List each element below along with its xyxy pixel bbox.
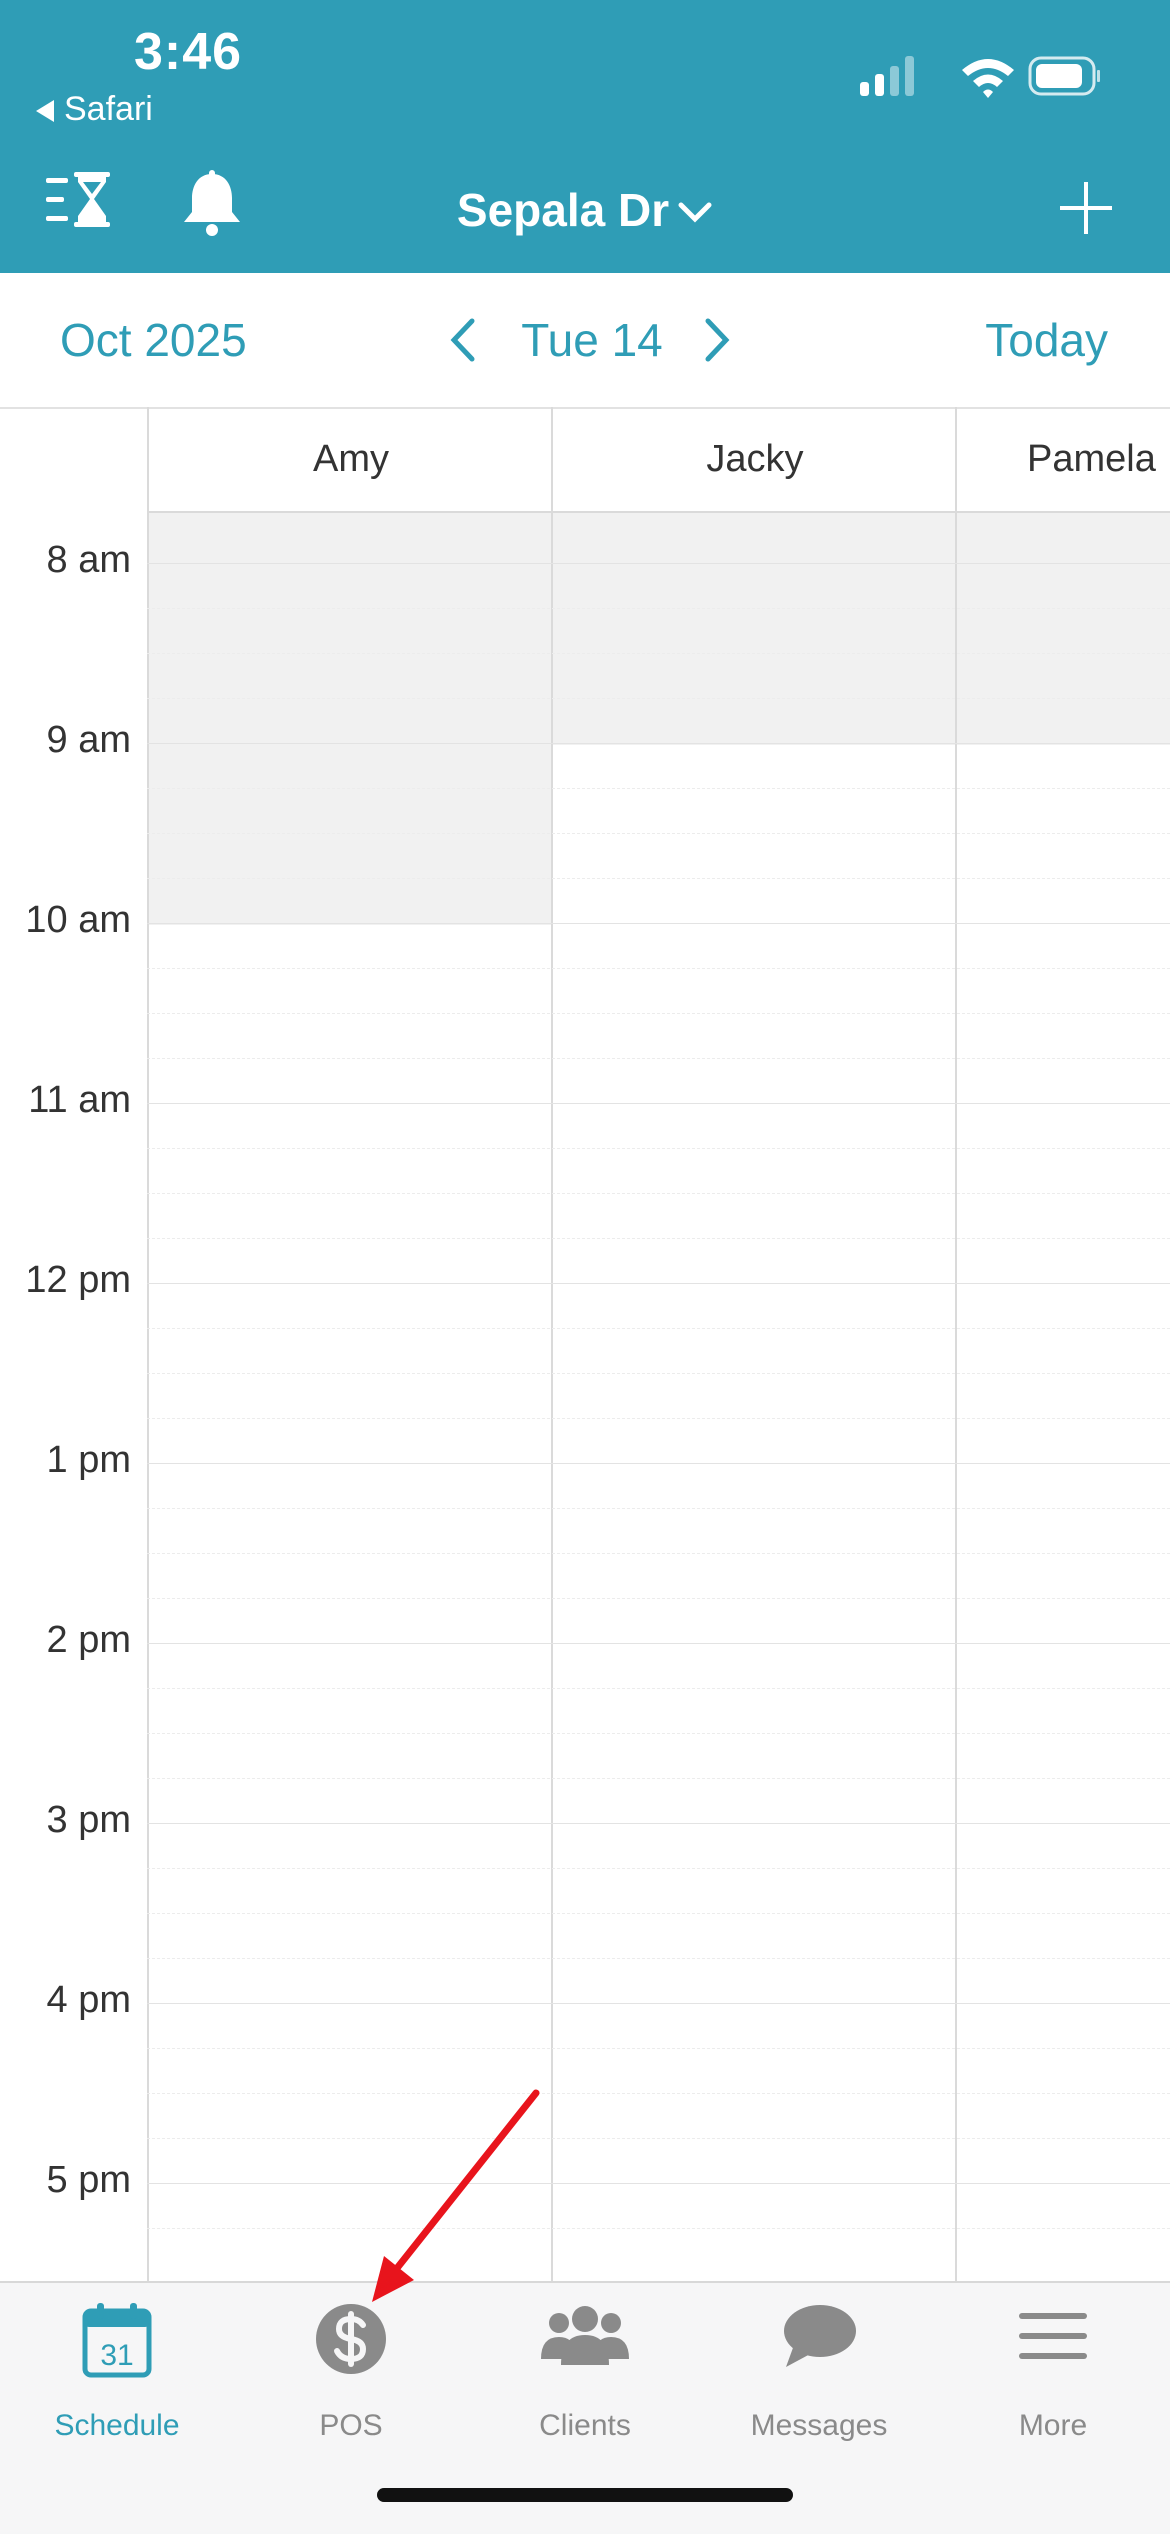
tab-schedule[interactable]: 31 Schedule [0,2301,234,2451]
status-time: 3:46 [134,23,243,81]
time-label: 11 am [28,1079,131,1121]
quarter-line [147,1418,1170,1419]
hour-line [147,1823,1170,1824]
quarter-line [147,1013,1170,1014]
quarter-line [147,1688,1170,1689]
hour-line [147,1643,1170,1644]
quarter-line [147,1958,1170,1959]
staff-column-headers: Amy Jacky Pamela [147,407,1170,513]
column-pamela[interactable] [955,513,1170,2281]
date-navigation-bar: Oct 2025 Tue 14 Today [0,273,1170,409]
time-label: 5 pm [46,2159,131,2201]
staff-columns [147,513,1170,2281]
quarter-line [147,1508,1170,1509]
unavailable-block [149,513,551,925]
tab-label: Schedule [54,2409,180,2442]
add-plus-icon[interactable] [1058,180,1114,236]
home-indicator [377,2488,793,2502]
quarter-line [147,968,1170,969]
quarter-line [147,1553,1170,1554]
day-navigator: Tue 14 [440,273,740,407]
chat-bubble-icon [784,2305,856,2367]
tab-more[interactable]: More [936,2301,1170,2451]
status-indicators-icon [860,56,1100,98]
hamburger-icon [1019,2313,1087,2359]
quarter-line [147,1598,1170,1599]
quarter-line [147,878,1170,879]
tab-label: More [1018,2409,1088,2442]
time-label: 4 pm [46,1979,131,2021]
schedule-grid[interactable]: Amy Jacky Pamela 8 am 9 am 10 am 11 am 1… [0,407,1170,2281]
status-icons [860,52,1100,102]
hour-line [147,2183,1170,2184]
time-label: 9 am [46,719,131,761]
header-row: Sepala Dr [0,170,1170,250]
time-label: 10 am [25,899,131,941]
today-button[interactable]: Today [985,273,1108,407]
quarter-line [147,2093,1170,2094]
hour-line [147,923,1170,924]
tab-label: POS [319,2409,383,2442]
quarter-line [147,1373,1170,1374]
quarter-line [147,1328,1170,1329]
chevron-down-icon [678,202,712,223]
time-label: 8 am [46,539,131,581]
quarter-line [147,608,1170,609]
calendar-icon: 31 [82,2303,152,2378]
quarter-line [147,1193,1170,1194]
quarter-line [147,788,1170,789]
quarter-line [147,1058,1170,1059]
previous-day-chevron-icon[interactable] [440,315,490,365]
hour-line [147,1103,1170,1104]
hour-line [147,563,1170,564]
quarter-line [147,653,1170,654]
quarter-line [147,2048,1170,2049]
schedule-body[interactable]: 8 am 9 am 10 am 11 am 12 pm 1 pm 2 pm 3 … [0,513,1170,2281]
quarter-line [147,1733,1170,1734]
hour-line [147,743,1170,744]
quarter-line [147,1868,1170,1869]
column-jacky[interactable] [551,513,955,2281]
time-label: 3 pm [46,1799,131,1841]
tab-label: Messages [750,2409,888,2442]
people-icon [541,2306,629,2365]
month-selector[interactable]: Oct 2025 [60,273,247,407]
unavailable-block [957,513,1170,745]
back-app-label: Safari [64,90,153,128]
back-arrow-icon [36,100,54,123]
time-label: 12 pm [25,1259,131,1301]
top-app-bar: 3:46 Safari Sepala Dr [0,0,1170,273]
unavailable-block [553,513,955,745]
current-day-label[interactable]: Tue 14 [512,273,672,407]
time-label: 2 pm [46,1619,131,1661]
quarter-line [147,1148,1170,1149]
column-amy[interactable] [147,513,551,2281]
staff-header-pamela[interactable]: Pamela [955,407,1170,511]
next-day-chevron-icon[interactable] [690,315,740,365]
quarter-line [147,698,1170,699]
quarter-line [147,1913,1170,1914]
calendar-date-number: 31 [100,2339,133,2372]
hour-line [147,1463,1170,1464]
quarter-line [147,1238,1170,1239]
quarter-line [147,2138,1170,2139]
quarter-line [147,833,1170,834]
hour-line [147,1283,1170,1284]
tab-messages[interactable]: Messages [702,2301,936,2451]
location-name: Sepala Dr [456,184,670,236]
time-label: 1 pm [46,1439,131,1481]
quarter-line [147,2228,1170,2229]
staff-header-amy[interactable]: Amy [147,407,553,511]
tab-clients[interactable]: Clients [468,2301,702,2451]
back-to-safari-link[interactable]: Safari [36,90,153,129]
quarter-line [147,1778,1170,1779]
dollar-icon [316,2304,386,2374]
staff-header-jacky[interactable]: Jacky [551,407,957,511]
time-axis: 8 am 9 am 10 am 11 am 12 pm 1 pm 2 pm 3 … [0,513,147,2281]
location-selector[interactable]: Sepala Dr [0,170,1170,250]
tab-pos[interactable]: POS [234,2301,468,2451]
hour-line [147,2003,1170,2004]
tab-label: Clients [539,2409,631,2442]
